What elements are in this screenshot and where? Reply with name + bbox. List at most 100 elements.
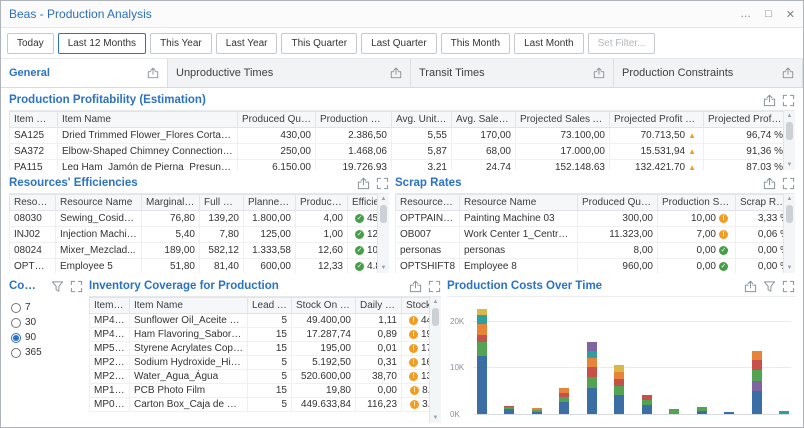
filter-icon[interactable] bbox=[51, 280, 64, 293]
table-row[interactable]: INJ02Injection Machine 25,407,80125,001,… bbox=[10, 227, 390, 243]
table-row[interactable]: OB007Work Center 1_Centro de Trabajo I11… bbox=[396, 227, 794, 243]
scrollbar-thumb[interactable] bbox=[432, 308, 439, 326]
column-header[interactable]: Item Name bbox=[58, 112, 238, 128]
table-row[interactable]: MP183PCB Photo Film1519,800,00!8.910,00 bbox=[90, 384, 442, 398]
column-header[interactable]: Marginal Costs bbox=[142, 195, 200, 211]
scroll-down-icon[interactable]: ▼ bbox=[433, 414, 439, 422]
column-header[interactable]: Production Costs bbox=[316, 112, 392, 128]
export-icon[interactable] bbox=[409, 280, 422, 293]
scroll-up-icon[interactable]: ▲ bbox=[787, 195, 793, 203]
column-header[interactable]: Stock On Hand bbox=[292, 298, 356, 314]
scroll-up-icon[interactable]: ▲ bbox=[433, 298, 439, 306]
filter-icon[interactable] bbox=[763, 280, 776, 293]
column-header[interactable]: Resource Code bbox=[396, 195, 460, 211]
table-row[interactable]: SA372Elbow-Shaped Chimney Connection Ø 8… bbox=[10, 144, 788, 160]
table-row[interactable]: MP554Styrene Acrylates Copolym...15195,0… bbox=[90, 342, 442, 356]
stacked-bar[interactable] bbox=[697, 407, 707, 414]
column-header[interactable]: Projected Profit Margin bbox=[610, 112, 704, 128]
coverage-option-7[interactable]: 7 bbox=[11, 302, 81, 313]
export-icon[interactable] bbox=[147, 67, 159, 79]
scrollbar-thumb[interactable] bbox=[786, 122, 793, 140]
column-header[interactable]: Resourc... bbox=[10, 195, 56, 211]
table-row[interactable]: MP426Ham Flavoring_Saborizante...1517.28… bbox=[90, 328, 442, 342]
stacked-bar[interactable] bbox=[504, 406, 514, 414]
export-icon[interactable] bbox=[744, 280, 757, 293]
coverage-radio-90[interactable] bbox=[11, 333, 21, 343]
scrollbar-thumb[interactable] bbox=[380, 205, 387, 223]
filter-last-12-months-button[interactable]: Last 12 Months bbox=[58, 33, 146, 54]
stacked-bar[interactable] bbox=[669, 409, 679, 414]
column-header[interactable]: Daily Issues bbox=[356, 298, 402, 314]
tab-general[interactable]: General bbox=[1, 59, 168, 87]
stacked-bar[interactable] bbox=[532, 408, 542, 414]
scroll-down-icon[interactable]: ▼ bbox=[787, 161, 793, 169]
filter-this-quarter-button[interactable]: This Quarter bbox=[281, 33, 357, 54]
maximize-button[interactable]: □ bbox=[765, 8, 772, 21]
table-row[interactable]: PA115Leg Ham_Jamón de Pierna_Presunto de… bbox=[10, 160, 788, 171]
stacked-bar[interactable] bbox=[587, 342, 597, 414]
scrollbar[interactable]: ▲ ▼ bbox=[429, 297, 441, 423]
filter-today-button[interactable]: Today bbox=[7, 33, 54, 54]
filter-last-year-button[interactable]: Last Year bbox=[216, 33, 278, 54]
stacked-bar[interactable] bbox=[724, 412, 734, 414]
export-icon[interactable] bbox=[593, 67, 605, 79]
column-header[interactable]: Avg. Sales Price bbox=[452, 112, 516, 128]
stacked-bar[interactable] bbox=[477, 309, 487, 414]
column-header[interactable]: Item Code bbox=[10, 112, 58, 128]
export-icon[interactable] bbox=[357, 177, 370, 190]
column-header[interactable]: Item Name bbox=[130, 298, 248, 314]
filter-this-year-button[interactable]: This Year bbox=[150, 33, 212, 54]
expand-icon[interactable] bbox=[70, 280, 83, 293]
table-row[interactable]: OPTPAINT03Painting Machine 03300,0010,00… bbox=[396, 211, 794, 227]
table-row[interactable]: 08024Mixer_Mezclad...189,00582,121.333,5… bbox=[10, 243, 390, 259]
table-row[interactable]: SA125Dried Trimmed Flower_Flores Cortada… bbox=[10, 128, 788, 144]
scrollbar[interactable]: ▲ ▼ bbox=[783, 111, 795, 170]
stacked-bar[interactable] bbox=[614, 365, 624, 414]
coverage-radio-30[interactable] bbox=[11, 318, 21, 328]
column-header[interactable]: Planned Pro... bbox=[244, 195, 296, 211]
export-icon[interactable] bbox=[390, 67, 402, 79]
set-filter-button[interactable]: Set Filter... bbox=[588, 33, 656, 54]
table-row[interactable]: 08030Sewing_Cosido_...76,80139,201.800,0… bbox=[10, 211, 390, 227]
expand-icon[interactable] bbox=[428, 280, 441, 293]
expand-icon[interactable] bbox=[782, 177, 795, 190]
scrollbar[interactable]: ▲ ▼ bbox=[377, 194, 389, 273]
column-header[interactable]: Projected Sales Amount bbox=[516, 112, 610, 128]
table-row[interactable]: MP423Sunflower Oil_Aceite de Gir...549.4… bbox=[90, 314, 442, 328]
column-header[interactable]: Full Costs bbox=[200, 195, 244, 211]
filter-last-quarter-button[interactable]: Last Quarter bbox=[361, 33, 437, 54]
coverage-option-365[interactable]: 365 bbox=[11, 347, 81, 358]
coverage-option-90[interactable]: 90 bbox=[11, 332, 81, 343]
table-row[interactable]: personaspersonas8,000,00✓0,00 % bbox=[396, 243, 794, 259]
column-header[interactable]: Avg. Unit Cost bbox=[392, 112, 452, 128]
stacked-bar[interactable] bbox=[752, 351, 762, 414]
coverage-radio-365[interactable] bbox=[11, 348, 21, 358]
scroll-down-icon[interactable]: ▼ bbox=[787, 264, 793, 272]
expand-icon[interactable] bbox=[782, 280, 795, 293]
scroll-up-icon[interactable]: ▲ bbox=[787, 112, 793, 120]
filter-this-month-button[interactable]: This Month bbox=[441, 33, 510, 54]
table-row[interactable]: OPTSHIFT5Employee 551,8081,40600,0012,33… bbox=[10, 259, 390, 274]
column-header[interactable]: Resource Name bbox=[460, 195, 578, 211]
expand-icon[interactable] bbox=[376, 177, 389, 190]
tab-transit-times[interactable]: Transit Times bbox=[411, 59, 614, 87]
tab-production-constraints[interactable]: Production Constraints bbox=[614, 59, 803, 87]
column-header[interactable]: Production Scraps bbox=[658, 195, 736, 211]
column-header[interactable]: Lead Time bbox=[248, 298, 292, 314]
stacked-bar[interactable] bbox=[779, 411, 789, 414]
column-header[interactable]: Item Co... bbox=[90, 298, 130, 314]
coverage-option-30[interactable]: 30 bbox=[11, 317, 81, 328]
coverage-radio-7[interactable] bbox=[11, 303, 21, 313]
stacked-bar[interactable] bbox=[642, 395, 652, 414]
column-header[interactable]: Produced Quantity bbox=[578, 195, 658, 211]
filter-last-month-button[interactable]: Last Month bbox=[514, 33, 583, 54]
column-header[interactable]: Resource Name bbox=[56, 195, 142, 211]
expand-icon[interactable] bbox=[782, 94, 795, 107]
scroll-up-icon[interactable]: ▲ bbox=[381, 195, 387, 203]
column-header[interactable]: Produced Quantity bbox=[238, 112, 316, 128]
table-row[interactable]: MP286Sodium Hydroxide_Hidróxid...55.192,… bbox=[90, 356, 442, 370]
column-header[interactable]: Production Ti... bbox=[296, 195, 348, 211]
export-icon[interactable] bbox=[763, 94, 776, 107]
scrollbar-thumb[interactable] bbox=[786, 205, 793, 223]
tab-unproductive-times[interactable]: Unproductive Times bbox=[168, 59, 411, 87]
